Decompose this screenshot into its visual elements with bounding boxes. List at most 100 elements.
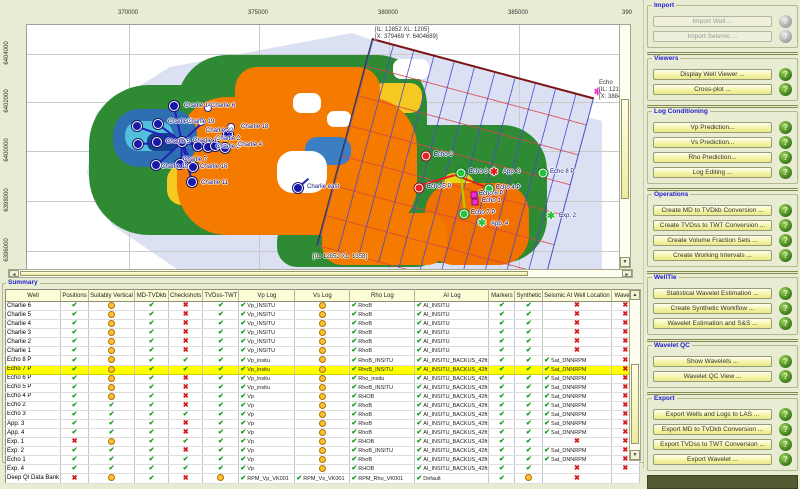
help-icon[interactable]: ?: [779, 121, 792, 134]
create-volume-fraction-sets-button[interactable]: Create Volume Fraction Sets ...: [653, 235, 772, 246]
scroll-up-icon[interactable]: ▲: [630, 290, 640, 300]
table-row[interactable]: Echo 6 P✔✔✖✔✔Vp_insitu✔Rho_insitu✔AI_INS…: [6, 374, 640, 383]
help-icon[interactable]: ?: [779, 234, 792, 247]
scrollbar-thumb[interactable]: [621, 99, 629, 199]
display-well-viewer-button[interactable]: Display Well Viewer ...: [653, 69, 772, 80]
statistical-wavelet-estimation-button[interactable]: Statistical Wavelet Estimation ...: [653, 288, 772, 299]
well-marker-magenta[interactable]: [472, 199, 479, 206]
well-name-cell[interactable]: Exp. 4: [6, 465, 61, 474]
map-horizontal-scrollbar[interactable]: ◄ ►: [8, 269, 633, 278]
table-row[interactable]: Charlie 2✔✔✖✔✔Vp_INSITU✔RhoB✔AI_INSITU✔✔…: [6, 338, 640, 347]
vs-prediction-button[interactable]: Vs Prediction...: [653, 137, 772, 148]
table-row[interactable]: Charlie 3✔✔✖✔✔Vp_INSITU✔RhoB✔AI_INSITU✔✔…: [6, 329, 640, 338]
scroll-down-icon[interactable]: ▼: [630, 450, 640, 460]
help-icon[interactable]: ?: [779, 302, 792, 315]
well-summary-table[interactable]: WellPositionsSuitably VerticalMD-TVDkb Ch…: [5, 289, 640, 484]
column-header[interactable]: Synthetic: [515, 290, 543, 302]
well-name-cell[interactable]: Echo 4 P: [6, 392, 61, 401]
well-marker-red[interactable]: [422, 152, 431, 161]
well-marker-star-green[interactable]: ✱: [547, 212, 555, 222]
help-icon[interactable]: ?: [779, 219, 792, 232]
table-row[interactable]: Exp. 4✔✔✔✔✔✔Vp✔RHOB✔AI_INSITU_BACKUS_42f…: [6, 465, 640, 474]
table-row[interactable]: Echo 3✔✔✔✔✔✔Vp✔RhoB✔AI_INSITU_BACKUS_42f…: [6, 410, 640, 419]
well-marker-blue[interactable]: [187, 177, 197, 187]
table-row[interactable]: Echo 2✔✔✔✖✔✔Vp✔RhoB✔AI_INSITU_BACKUS_42f…: [6, 401, 640, 410]
table-row[interactable]: Echo 5 P✔✔✖✔✔Vp_insitu✔RhoB_INSITU✔AI_IN…: [6, 383, 640, 392]
base-map-view[interactable]: [IL: 12852 XL: 1205] [X: 379469 Y: 64046…: [26, 24, 620, 270]
table-row[interactable]: Deep QI Data Bank✖✔✖✔RPM_Vp_VK001✔RPM_Vs…: [6, 474, 640, 483]
create-working-intervals-button[interactable]: Create Working Intervals ...: [653, 250, 772, 261]
well-marker-blue[interactable]: [133, 139, 143, 149]
help-icon[interactable]: ?: [779, 453, 792, 466]
well-name-cell[interactable]: Echo 8 P: [6, 356, 61, 365]
column-header[interactable]: Well: [6, 290, 61, 302]
table-row[interactable]: Echo 8 P✔✔✔✔✔Vp_insitu✔RhoB_INSITU✔AI_IN…: [6, 356, 640, 365]
help-icon[interactable]: ?: [779, 423, 792, 436]
well-marker-star-green[interactable]: ✱: [478, 219, 486, 229]
table-row[interactable]: Exp. 2✔✔✔✖✔✔Vp✔RhoB_INSITU✔AI_INSITU_BAC…: [6, 447, 640, 456]
help-icon[interactable]: ?: [779, 355, 792, 368]
well-name-cell[interactable]: Charlie 6: [6, 302, 61, 311]
table-row[interactable]: Charlie 1✔✔✖✔✔Vp_INSITU✔RhoB✔AI_INSITU✔✔…: [6, 347, 640, 356]
well-marker-star-red[interactable]: ✱: [490, 168, 498, 178]
export-wavelet-button[interactable]: Export Wavelet ...: [653, 454, 772, 465]
well-marker-blue[interactable]: [151, 160, 161, 170]
well-name-cell[interactable]: Charlie 5: [6, 311, 61, 320]
map-vertical-scrollbar[interactable]: ▼: [619, 24, 631, 268]
column-header[interactable]: Positions: [61, 290, 89, 302]
export-wells-and-logs-to-las-button[interactable]: Export Wells and Logs to LAS ...: [653, 409, 772, 420]
log-editing-button[interactable]: Log Editing ...: [653, 167, 772, 178]
scrollbar-thumb[interactable]: [631, 364, 639, 444]
help-icon[interactable]: ?: [779, 370, 792, 383]
well-name-cell[interactable]: Charlie 1: [6, 347, 61, 356]
table-row[interactable]: Echo 1✔✔✔✔✔✔Vp✔RhoB✔AI_INSITU_BACKUS_42f…: [6, 456, 640, 465]
create-synthetic-workflow-button[interactable]: Create Synthetic Workflow ...: [653, 303, 772, 314]
help-icon[interactable]: ?: [779, 249, 792, 262]
well-marker-magenta[interactable]: [471, 192, 478, 199]
table-row[interactable]: Charlie 5✔✔✖✔✔Vp_INSITU✔RhoB✔AI_INSITU✔✔…: [6, 311, 640, 320]
well-name-cell[interactable]: Echo 1: [6, 456, 61, 465]
create-md-to-tvdkb-conversion-button[interactable]: Create MD to TVDkb Conversion ...: [653, 205, 772, 216]
wavelet-qc-view-button[interactable]: Wavelet QC View ...: [653, 371, 772, 382]
column-header[interactable]: MD-TVDkb: [135, 290, 169, 302]
column-header[interactable]: Vs Log: [295, 290, 350, 302]
column-header[interactable]: Rho Log: [350, 290, 415, 302]
scroll-down-icon[interactable]: ▼: [620, 257, 630, 267]
well-marker-red[interactable]: [415, 184, 424, 193]
well-marker-green[interactable]: [460, 210, 469, 219]
table-row[interactable]: Exp. 1✖✔✔✔✔Vp✔RHOB✔AI_INSITU_BACKUS_42ft…: [6, 438, 640, 447]
scroll-left-icon[interactable]: ◄: [9, 270, 19, 277]
well-marker-blue[interactable]: [152, 137, 162, 147]
help-icon[interactable]: ?: [779, 204, 792, 217]
well-name-cell[interactable]: App. 4: [6, 429, 61, 438]
scroll-right-icon[interactable]: ►: [622, 270, 632, 277]
well-name-cell[interactable]: Charlie 4: [6, 320, 61, 329]
help-icon[interactable]: ?: [779, 166, 792, 179]
well-name-cell[interactable]: Echo 2: [6, 401, 61, 410]
table-vertical-scrollbar[interactable]: ▲ ▼: [629, 289, 641, 461]
cross-plot-button[interactable]: Cross-plot ...: [653, 84, 772, 95]
rho-prediction-button[interactable]: Rho Prediction...: [653, 152, 772, 163]
help-icon[interactable]: ?: [779, 287, 792, 300]
well-marker-blue[interactable]: [132, 121, 142, 131]
help-icon[interactable]: ?: [779, 68, 792, 81]
scrollbar-thumb[interactable]: [20, 271, 528, 276]
help-icon[interactable]: ?: [779, 438, 792, 451]
column-header[interactable]: AI Log: [415, 290, 489, 302]
well-name-cell[interactable]: Echo 7 P: [6, 365, 61, 374]
well-marker-blue[interactable]: [153, 119, 163, 129]
well-name-cell[interactable]: Exp. 2: [6, 447, 61, 456]
column-header[interactable]: Seismic At Well Location: [543, 290, 612, 302]
help-icon[interactable]: ?: [779, 151, 792, 164]
export-md-to-tvdkb-conversion-button[interactable]: Export MD to TVDkb Conversion ...: [653, 424, 772, 435]
column-header[interactable]: TVDss-TWT: [203, 290, 239, 302]
well-name-cell[interactable]: Echo 6 P: [6, 374, 61, 383]
column-header[interactable]: Suitably Vertical: [89, 290, 135, 302]
table-row[interactable]: Charlie 4✔✔✖✔✔Vp_INSITU✔RhoB✔AI_INSITU✔✔…: [6, 320, 640, 329]
vp-prediction-button[interactable]: Vp Prediction...: [653, 122, 772, 133]
well-name-cell[interactable]: Echo 3: [6, 410, 61, 419]
column-header[interactable]: Vp Log: [239, 290, 295, 302]
show-wavelets-button[interactable]: Show Wavelets ...: [653, 356, 772, 367]
table-row[interactable]: Echo 4 P✔✔✖✔✔Vp✔RHOB✔AI_INSITU_BACKUS_42…: [6, 392, 640, 401]
help-icon[interactable]: ?: [779, 83, 792, 96]
